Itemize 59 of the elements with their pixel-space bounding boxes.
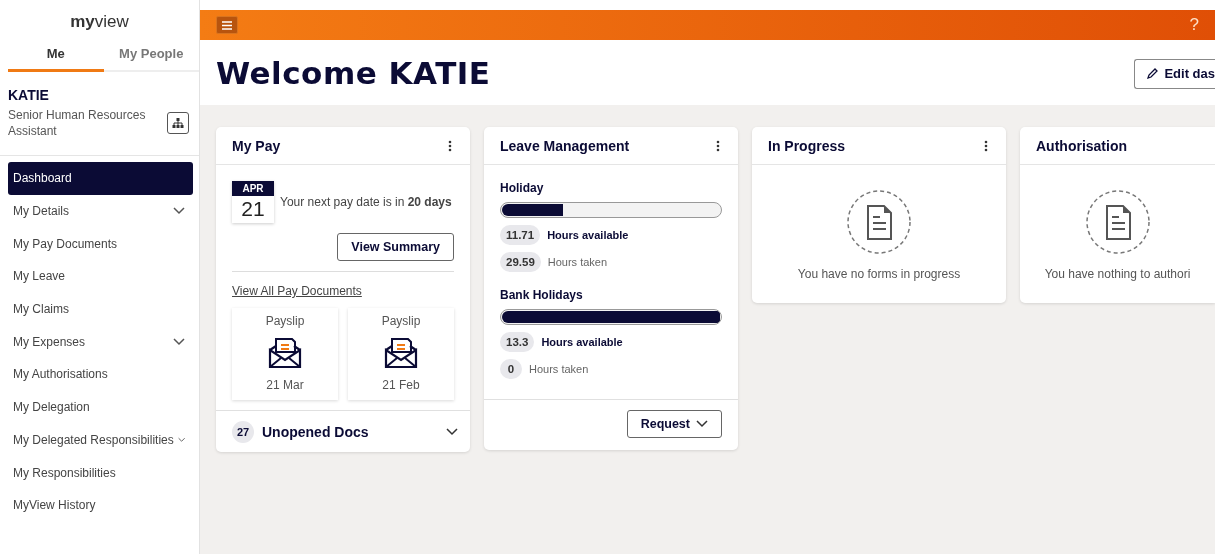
nav-item[interactable]: Dashboard bbox=[8, 162, 193, 195]
nav-item[interactable]: My Responsibilities bbox=[8, 456, 193, 489]
next-pay-message: Your next pay date is in 20 days bbox=[280, 195, 452, 209]
payslip-card[interactable]: Payslip 21 Feb bbox=[348, 308, 454, 400]
user-name: KATIE bbox=[8, 87, 50, 103]
unopened-count: 27 bbox=[232, 420, 254, 443]
pencil-icon bbox=[1147, 68, 1159, 79]
org-chart-button[interactable] bbox=[167, 112, 189, 134]
payslip-card[interactable]: Payslip 21 Mar bbox=[232, 308, 338, 400]
leave-type: Holiday bbox=[500, 181, 545, 195]
card-title: Leave Management bbox=[500, 137, 630, 154]
hours-label: Hours available bbox=[541, 336, 623, 348]
myview-logo: myview bbox=[69, 11, 130, 33]
nav-item[interactable]: My Delegated Responsibilities bbox=[8, 423, 193, 457]
chevron-down-icon bbox=[446, 427, 458, 436]
hours-value: 13.3 bbox=[500, 332, 535, 352]
card-title: Authorisation bbox=[1036, 137, 1127, 154]
document-label: Payslip bbox=[381, 314, 421, 328]
edit-dashboard-button[interactable]: Edit das bbox=[1134, 58, 1215, 89]
hours-label: Hours taken bbox=[547, 256, 608, 268]
card-title: In Progress bbox=[768, 137, 846, 154]
document-label: Payslip bbox=[265, 314, 305, 328]
view-summary-button[interactable]: View Summary bbox=[337, 233, 454, 261]
nav-item[interactable]: My Leave bbox=[8, 260, 193, 293]
empty-state-message: You have no forms in progress bbox=[797, 267, 961, 281]
nav-item[interactable]: My Authorisations bbox=[8, 358, 193, 391]
hours-label: Hours taken bbox=[529, 363, 589, 375]
chevron-down-icon bbox=[696, 420, 708, 428]
hours-label: Hours available bbox=[547, 229, 629, 241]
sidebar-tab[interactable]: Me bbox=[8, 40, 104, 72]
menu-button[interactable] bbox=[216, 16, 238, 34]
nav-item[interactable]: MyView History bbox=[8, 488, 193, 522]
envelope-icon bbox=[268, 337, 302, 369]
welcome-title: Welcome KATIE bbox=[216, 54, 491, 91]
unopened-docs-label: Unopened Docs bbox=[262, 423, 369, 440]
request-button[interactable]: Request bbox=[626, 410, 722, 438]
nav-item[interactable]: My Pay Documents bbox=[8, 227, 193, 261]
nav-item[interactable]: My Expenses bbox=[8, 325, 193, 359]
leave-type: Bank Holidays bbox=[500, 288, 584, 302]
document-date: 21 Feb bbox=[382, 378, 420, 392]
nav-item[interactable]: My Delegation bbox=[8, 390, 193, 424]
hours-value: 0 bbox=[500, 359, 522, 379]
nav-item[interactable]: My Claims bbox=[8, 292, 193, 326]
user-role: Senior Human Resources Assistant bbox=[8, 107, 147, 139]
document-icon bbox=[1084, 189, 1151, 255]
view-all-pay-documents-link[interactable]: View All Pay Documents bbox=[232, 284, 362, 298]
hours-value: 11.71 bbox=[500, 225, 541, 245]
envelope-icon bbox=[384, 337, 418, 369]
empty-state-message: You have nothing to authori bbox=[1044, 267, 1191, 281]
card-title: My Pay bbox=[232, 137, 281, 154]
menu-icon bbox=[222, 20, 232, 30]
nav-item[interactable]: My Details bbox=[8, 194, 193, 228]
unopened-docs-toggle[interactable]: 27 Unopened Docs bbox=[216, 410, 470, 452]
document-date: 21 Mar bbox=[266, 378, 304, 392]
document-icon bbox=[846, 189, 912, 255]
calendar-date: APR 21 bbox=[232, 181, 274, 223]
hours-value: 29.59 bbox=[500, 252, 541, 272]
org-chart-icon bbox=[172, 117, 184, 129]
sidebar-tab[interactable]: My People bbox=[103, 40, 199, 72]
